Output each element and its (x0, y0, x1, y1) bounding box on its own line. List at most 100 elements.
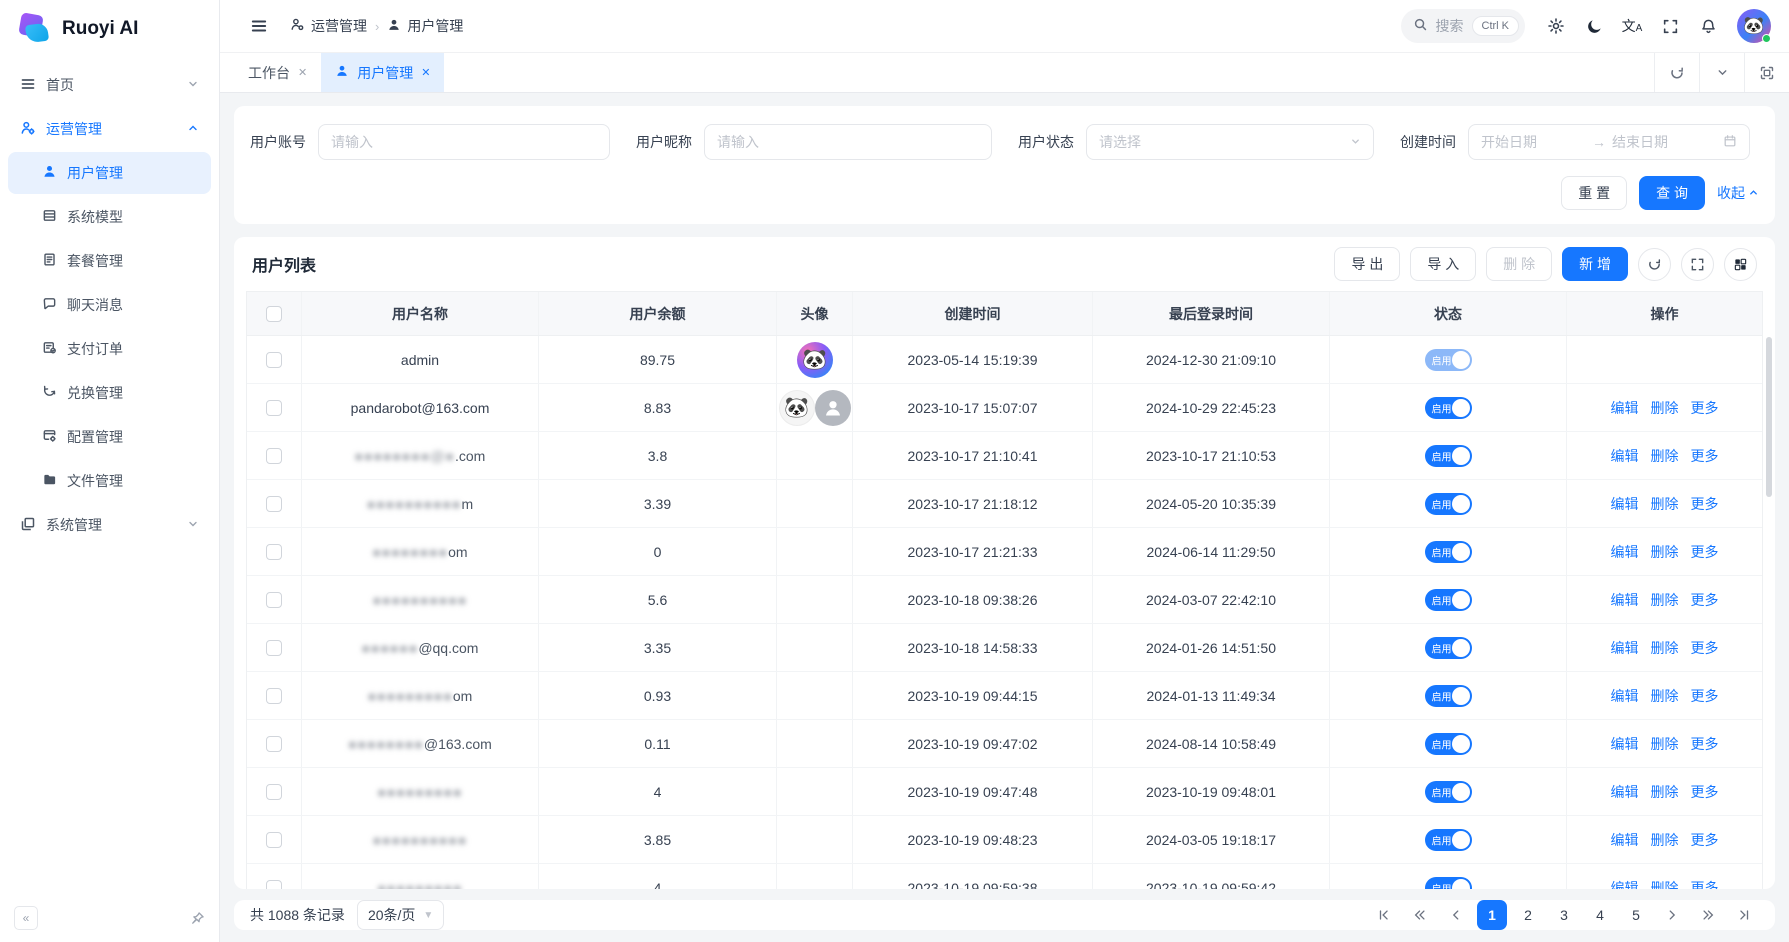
edit-link[interactable]: 编辑 (1611, 590, 1639, 610)
pin-icon[interactable] (191, 911, 205, 925)
close-icon[interactable]: ✕ (298, 66, 307, 79)
status-toggle[interactable]: 启用 (1425, 349, 1472, 371)
page-number-button[interactable]: 5 (1621, 900, 1651, 930)
more-link[interactable]: 更多 (1691, 734, 1719, 754)
next-page-button[interactable] (1657, 900, 1687, 930)
row-checkbox[interactable] (266, 880, 282, 890)
brand[interactable]: Ruoyi AI (0, 0, 219, 58)
close-icon[interactable]: ✕ (421, 66, 430, 79)
row-checkbox[interactable] (266, 784, 282, 800)
edit-link[interactable]: 编辑 (1611, 542, 1639, 562)
more-link[interactable]: 更多 (1691, 878, 1719, 890)
row-checkbox[interactable] (266, 400, 282, 416)
collapse-filters-button[interactable]: 收起 (1717, 183, 1759, 203)
sidebar-item-package-mgmt[interactable]: 套餐管理 (8, 240, 211, 282)
status-toggle[interactable]: 启用 (1425, 493, 1472, 515)
row-checkbox[interactable] (266, 496, 282, 512)
tab-workbench[interactable]: 工作台 ✕ (234, 53, 321, 92)
sidebar-item-chat-messages[interactable]: 聊天消息 (8, 284, 211, 326)
dark-mode-moon-icon[interactable] (1577, 9, 1611, 43)
page-size-select[interactable]: 20条/页 ▼ (357, 900, 444, 930)
status-toggle[interactable]: 启用 (1425, 445, 1472, 467)
breadcrumb-current[interactable]: 用户管理 (387, 16, 463, 36)
sidebar-item-exchange-mgmt[interactable]: 兑换管理 (8, 372, 211, 414)
delete-link[interactable]: 删除 (1651, 494, 1679, 514)
status-toggle[interactable]: 启用 (1425, 397, 1472, 419)
row-checkbox[interactable] (266, 544, 282, 560)
status-toggle[interactable]: 启用 (1425, 877, 1472, 890)
edit-link[interactable]: 编辑 (1611, 398, 1639, 418)
refresh-icon[interactable] (1654, 53, 1699, 92)
row-checkbox[interactable] (266, 736, 282, 752)
edit-link[interactable]: 编辑 (1611, 446, 1639, 466)
sidebar-item-system[interactable]: 系统管理 (8, 504, 211, 546)
delete-link[interactable]: 删除 (1651, 782, 1679, 802)
delete-link[interactable]: 删除 (1651, 398, 1679, 418)
first-page-button[interactable] (1369, 900, 1399, 930)
delete-link[interactable]: 删除 (1651, 878, 1679, 890)
nickname-input[interactable]: 请输入 (704, 124, 992, 160)
more-link[interactable]: 更多 (1691, 638, 1719, 658)
delete-link[interactable]: 删除 (1651, 446, 1679, 466)
status-toggle[interactable]: 启用 (1425, 637, 1472, 659)
back-ten-pages-button[interactable] (1405, 900, 1435, 930)
row-checkbox[interactable] (266, 640, 282, 656)
row-checkbox[interactable] (266, 448, 282, 464)
select-all-checkbox[interactable] (266, 306, 282, 322)
edit-link[interactable]: 编辑 (1611, 878, 1639, 890)
sidebar-item-user-mgmt[interactable]: 用户管理 (8, 152, 211, 194)
more-link[interactable]: 更多 (1691, 782, 1719, 802)
export-button[interactable]: 导 出 (1334, 247, 1400, 281)
more-link[interactable]: 更多 (1691, 446, 1719, 466)
refresh-icon[interactable] (1638, 248, 1671, 281)
edit-link[interactable]: 编辑 (1611, 734, 1639, 754)
column-settings-icon[interactable] (1724, 248, 1757, 281)
edit-link[interactable]: 编辑 (1611, 782, 1639, 802)
chevron-down-icon[interactable] (1699, 53, 1744, 92)
table-fullscreen-icon[interactable] (1681, 248, 1714, 281)
status-select[interactable]: 请选择 (1086, 124, 1374, 160)
last-page-button[interactable] (1729, 900, 1759, 930)
language-translate-icon[interactable]: 文A (1615, 9, 1649, 43)
date-range-picker[interactable]: 开始日期 → 结束日期 (1468, 124, 1750, 160)
notifications-bell-icon[interactable] (1691, 9, 1725, 43)
status-toggle[interactable]: 启用 (1425, 589, 1472, 611)
table-scrollbar[interactable] (1766, 337, 1772, 497)
edit-link[interactable]: 编辑 (1611, 494, 1639, 514)
settings-gear-icon[interactable] (1539, 9, 1573, 43)
more-link[interactable]: 更多 (1691, 830, 1719, 850)
search-button[interactable]: 查 询 (1639, 176, 1705, 210)
user-avatar[interactable]: 🐼 (1737, 9, 1771, 43)
page-number-button[interactable]: 4 (1585, 900, 1615, 930)
sidebar-item-system-model[interactable]: 系统模型 (8, 196, 211, 238)
sidebar-item-payment-orders[interactable]: 支付订单 (8, 328, 211, 370)
sidebar-collapse-button[interactable]: « (14, 906, 38, 930)
edit-link[interactable]: 编辑 (1611, 686, 1639, 706)
more-link[interactable]: 更多 (1691, 686, 1719, 706)
fullscreen-icon[interactable] (1653, 9, 1687, 43)
delete-button[interactable]: 删 除 (1486, 247, 1552, 281)
more-link[interactable]: 更多 (1691, 398, 1719, 418)
status-toggle[interactable]: 启用 (1425, 733, 1472, 755)
delete-link[interactable]: 删除 (1651, 590, 1679, 610)
status-toggle[interactable]: 启用 (1425, 781, 1472, 803)
delete-link[interactable]: 删除 (1651, 830, 1679, 850)
page-number-button[interactable]: 2 (1513, 900, 1543, 930)
content-fullscreen-icon[interactable] (1744, 53, 1789, 92)
row-checkbox[interactable] (266, 352, 282, 368)
row-checkbox[interactable] (266, 592, 282, 608)
account-input[interactable]: 请输入 (318, 124, 610, 160)
row-checkbox[interactable] (266, 832, 282, 848)
global-search[interactable]: 搜索 Ctrl K (1401, 9, 1526, 43)
edit-link[interactable]: 编辑 (1611, 638, 1639, 658)
delete-link[interactable]: 删除 (1651, 542, 1679, 562)
delete-link[interactable]: 删除 (1651, 638, 1679, 658)
page-number-button[interactable]: 3 (1549, 900, 1579, 930)
import-button[interactable]: 导 入 (1410, 247, 1476, 281)
prev-page-button[interactable] (1441, 900, 1471, 930)
more-link[interactable]: 更多 (1691, 542, 1719, 562)
status-toggle[interactable]: 启用 (1425, 685, 1472, 707)
add-button[interactable]: 新 增 (1562, 247, 1628, 281)
hamburger-menu-icon[interactable] (242, 9, 276, 43)
row-checkbox[interactable] (266, 688, 282, 704)
